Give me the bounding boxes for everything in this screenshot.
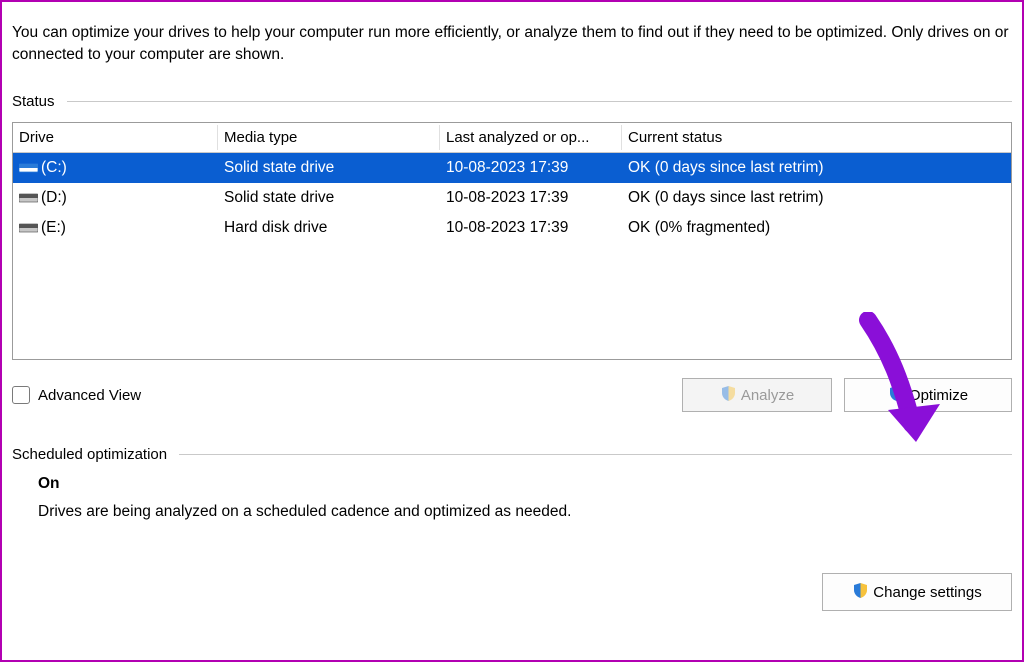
status-label: Status (12, 93, 55, 110)
intro-text: You can optimize your drives to help you… (12, 10, 1012, 65)
drive-last-cell: 10-08-2023 17:39 (440, 189, 622, 207)
change-settings-label: Change settings (873, 584, 981, 601)
divider (67, 101, 1012, 102)
drives-table-header[interactable]: Drive Media type Last analyzed or op... … (13, 123, 1011, 153)
controls-row: Advanced View Analyze Optimize (12, 378, 1012, 412)
drive-status-cell: OK (0% fragmented) (622, 219, 1011, 237)
drive-name: (C:) (41, 159, 67, 176)
schedule-block: On Drives are being analyzed on a schedu… (12, 475, 1012, 521)
drive-icon (19, 162, 38, 173)
advanced-view-toggle[interactable]: Advanced View (12, 386, 141, 404)
drive-name-cell: (D:) (13, 189, 218, 207)
shield-icon (852, 582, 869, 603)
drive-row[interactable]: (C:) Solid state drive10-08-2023 17:39OK … (13, 153, 1011, 183)
shield-icon (720, 385, 737, 406)
analyze-button-label: Analyze (741, 387, 794, 404)
drive-last-cell: 10-08-2023 17:39 (440, 219, 622, 237)
schedule-section-label: Scheduled optimization (12, 446, 167, 463)
shield-icon (888, 385, 905, 406)
col-media-header[interactable]: Media type (218, 125, 440, 150)
drive-name: (D:) (41, 189, 67, 206)
schedule-description: Drives are being analyzed on a scheduled… (38, 503, 1012, 521)
drive-media-cell: Hard disk drive (218, 219, 440, 237)
status-section-header: Status (12, 93, 1012, 110)
drive-last-cell: 10-08-2023 17:39 (440, 159, 622, 177)
drive-media-cell: Solid state drive (218, 159, 440, 177)
drive-row[interactable]: (D:) Solid state drive10-08-2023 17:39OK … (13, 183, 1011, 213)
drive-name-cell: (E:) (13, 219, 218, 237)
col-last-header[interactable]: Last analyzed or op... (440, 125, 622, 150)
drive-status-cell: OK (0 days since last retrim) (622, 159, 1011, 177)
advanced-view-checkbox[interactable] (12, 386, 30, 404)
analyze-button: Analyze (682, 378, 832, 412)
drive-media-cell: Solid state drive (218, 189, 440, 207)
drive-row[interactable]: (E:) Hard disk drive10-08-2023 17:39OK (0… (13, 213, 1011, 243)
col-status-header[interactable]: Current status (622, 125, 1011, 150)
drive-name: (E:) (41, 219, 66, 236)
drive-status-cell: OK (0 days since last retrim) (622, 189, 1011, 207)
optimize-button-label: Optimize (909, 387, 968, 404)
advanced-view-label: Advanced View (38, 387, 141, 404)
drives-table: Drive Media type Last analyzed or op... … (12, 122, 1012, 360)
schedule-section-header: Scheduled optimization (12, 446, 1012, 463)
divider (179, 454, 1012, 455)
drive-icon (19, 192, 38, 203)
optimize-button[interactable]: Optimize (844, 378, 1012, 412)
drive-name-cell: (C:) (13, 159, 218, 177)
schedule-status: On (38, 475, 1012, 493)
drives-table-body: (C:)Solid state drive10-08-2023 17:39OK … (13, 153, 1011, 243)
drive-icon (19, 222, 38, 233)
col-drive-header[interactable]: Drive (13, 125, 218, 150)
change-settings-button[interactable]: Change settings (822, 573, 1012, 611)
